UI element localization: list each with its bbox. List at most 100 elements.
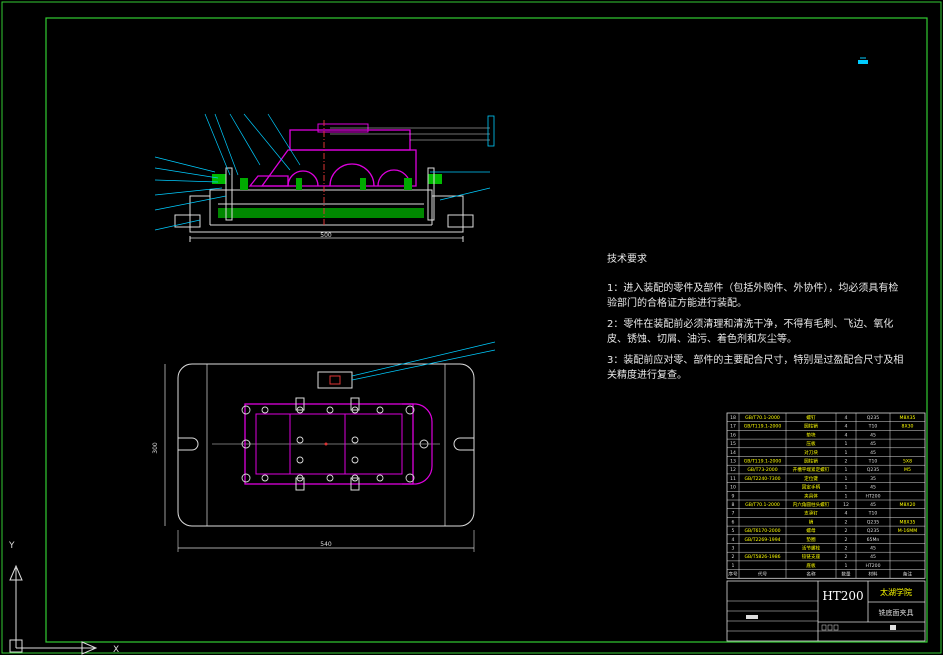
bom-cell-mat: T10 [868, 459, 878, 465]
bom-cell-name: 螺钉 [806, 414, 816, 421]
bom-cell-no: 5 [732, 528, 735, 534]
bom-cell-qty: 1 [845, 450, 848, 456]
bom-cell-mat: 35 [870, 476, 876, 482]
plan-view: 300 540 [152, 341, 496, 552]
bom-cell-name: 垫块 [806, 431, 816, 438]
bom-cell-qty: 2 [845, 546, 848, 552]
bom-header-qty: 数量 [841, 571, 851, 578]
bom-cell-mat: Q235 [867, 519, 879, 525]
bom-cell-mat: T10 [868, 511, 878, 517]
bom-cell-std: GB/T2269-1994 [744, 537, 780, 543]
title-block: HT200 太湖学院 铣底面夹具 [726, 580, 926, 642]
bom-cell-std: GB/T73-2000 [747, 467, 777, 473]
bom-cell-name: 底板 [806, 562, 816, 569]
bom-cell-no: 7 [732, 511, 735, 517]
bom-cell-name: 定位键 [804, 475, 818, 482]
bom-cell-mat: 45 [870, 554, 876, 560]
bom-cell-qty: 2 [845, 519, 848, 525]
bom-header-name: 名称 [806, 571, 816, 578]
tech-req-item-1: 1：进入装配的零件及部件（包括外购件、外协件），均必须具有检验部门的合格证方能进… [607, 283, 899, 309]
bom-cell-mat: Q235 [867, 528, 879, 534]
bom-cell-qty: 1 [845, 476, 848, 482]
bom-cell-mat: 45 [870, 432, 876, 438]
school-label: 太湖学院 [880, 587, 912, 597]
bom-cell-name: 垫圈 [806, 536, 816, 543]
corner-mark [858, 57, 868, 64]
bom-cell-mat: 45 [870, 450, 876, 456]
bom-cell-mat: Q235 [867, 467, 879, 473]
bom-cell-qty: 4 [845, 415, 848, 421]
bom-cell-note: M5 [904, 467, 911, 473]
bom-cell-mat: 45 [870, 502, 876, 508]
ucs-axis-icon: Y X [8, 541, 119, 655]
bom-cell-note: 8X30 [902, 424, 914, 430]
bom-cell-mat: 65Mn [867, 537, 880, 543]
bom-table: 18 GB/T70.1-2000 螺钉 4 Q235 M8X3517 GB/T119.1-2… [726, 412, 926, 579]
bom-cell-note: 5X8 [903, 459, 912, 465]
bom-cell-qty: 2 [845, 459, 848, 465]
bom-header-code: 代号 [758, 571, 768, 578]
plan-dim-width: 540 [320, 541, 332, 548]
bom-cell-no: 18 [730, 415, 736, 421]
bom-cell-no: 17 [730, 424, 736, 430]
bom-cell-qty: 4 [845, 432, 848, 438]
bom-cell-mat: HT200 [865, 563, 880, 569]
technical-requirements: 技术要求 1：进入装配的零件及部件（包括外购件、外协件），均必须具有检验部门的合… [607, 252, 907, 389]
bom-cell-name: 压板 [806, 440, 816, 447]
bom-cell-qty: 1 [845, 467, 848, 473]
bom-cell-name: 支承钉 [804, 510, 818, 517]
bom-cell-no: 16 [730, 432, 736, 438]
bom-cell-no: 14 [730, 450, 736, 456]
bom-cell-name: 对刀块 [804, 449, 818, 456]
front-dim-label: 500 [320, 232, 332, 239]
bom-cell-std: GB/T119.1-2000 [744, 459, 782, 465]
bom-cell-note: M8X35 [900, 519, 916, 525]
tech-req-item-2: 2：零件在装配前必须清理和清洗干净，不得有毛刺、飞边、氧化皮、锈蚀、切屑、油污、… [607, 319, 894, 345]
bom-cell-name: 铰链支座 [802, 553, 821, 560]
bom-cell-mat: 45 [870, 441, 876, 447]
bom-cell-qty: 1 [845, 485, 848, 491]
bom-cell-std: GB/T2240-7300 [744, 476, 780, 482]
bom-cell-no: 4 [732, 537, 735, 543]
bom-cell-qty: 1 [845, 563, 848, 569]
bom-cell-std: GB/T119.1-2000 [744, 424, 782, 430]
part-name-label: 铣底面夹具 [879, 608, 914, 617]
front-view: 500 [154, 113, 495, 242]
bom-cell-qty: 2 [845, 537, 848, 543]
bom-header-note: 备注 [903, 571, 913, 578]
tech-req-title: 技术要求 [607, 254, 647, 265]
bom-cell-no: 6 [732, 519, 735, 525]
bom-cell-qty: 4 [845, 424, 848, 430]
bom-cell-no: 11 [730, 476, 736, 482]
bom-cell-no: 9 [732, 493, 735, 499]
bom-cell-no: 8 [732, 502, 735, 508]
svg-text:X: X [113, 645, 119, 655]
bom-header-mat: 材料 [868, 571, 878, 578]
bom-cell-note: M8X20 [900, 502, 916, 508]
bom-cell-qty: 1 [845, 441, 848, 447]
bom-cell-qty: 12 [843, 502, 849, 508]
bom-cell-no: 3 [732, 546, 735, 552]
bom-cell-no: 13 [730, 459, 736, 465]
bom-cell-std: GB/T6170-2000 [744, 528, 780, 534]
bom-cell-name: 固定手柄 [802, 484, 821, 491]
tech-req-item-3: 3：装配前应对零、部件的主要配合尺寸，特别是过盈配合尺寸及相关精度进行复查。 [607, 355, 904, 381]
bom-cell-qty: 2 [845, 554, 848, 560]
bom-cell-no: 12 [730, 467, 736, 473]
bom-cell-std: GB/T70.1-2000 [745, 415, 780, 421]
bom-cell-name: 活节螺栓 [802, 545, 821, 552]
bom-cell-no: 15 [730, 441, 736, 447]
bom-cell-name: 内六角圆柱头螺钉 [793, 501, 830, 508]
bom-cell-name: 圆柱销 [804, 458, 818, 465]
bom-cell-mat: HT200 [865, 493, 880, 499]
bom-cell-mat: 45 [870, 485, 876, 491]
bom-cell-qty: 1 [845, 493, 848, 499]
bom-header-no: 序号 [728, 571, 738, 578]
bom-cell-no: 2 [732, 554, 735, 560]
bom-cell-mat: T10 [868, 424, 878, 430]
bom-cell-qty: 2 [845, 528, 848, 534]
bom-cell-no: 1 [732, 563, 735, 569]
bom-cell-mat: Q235 [867, 415, 879, 421]
plan-dim-height: 300 [152, 442, 159, 454]
material-label: HT200 [822, 589, 863, 603]
